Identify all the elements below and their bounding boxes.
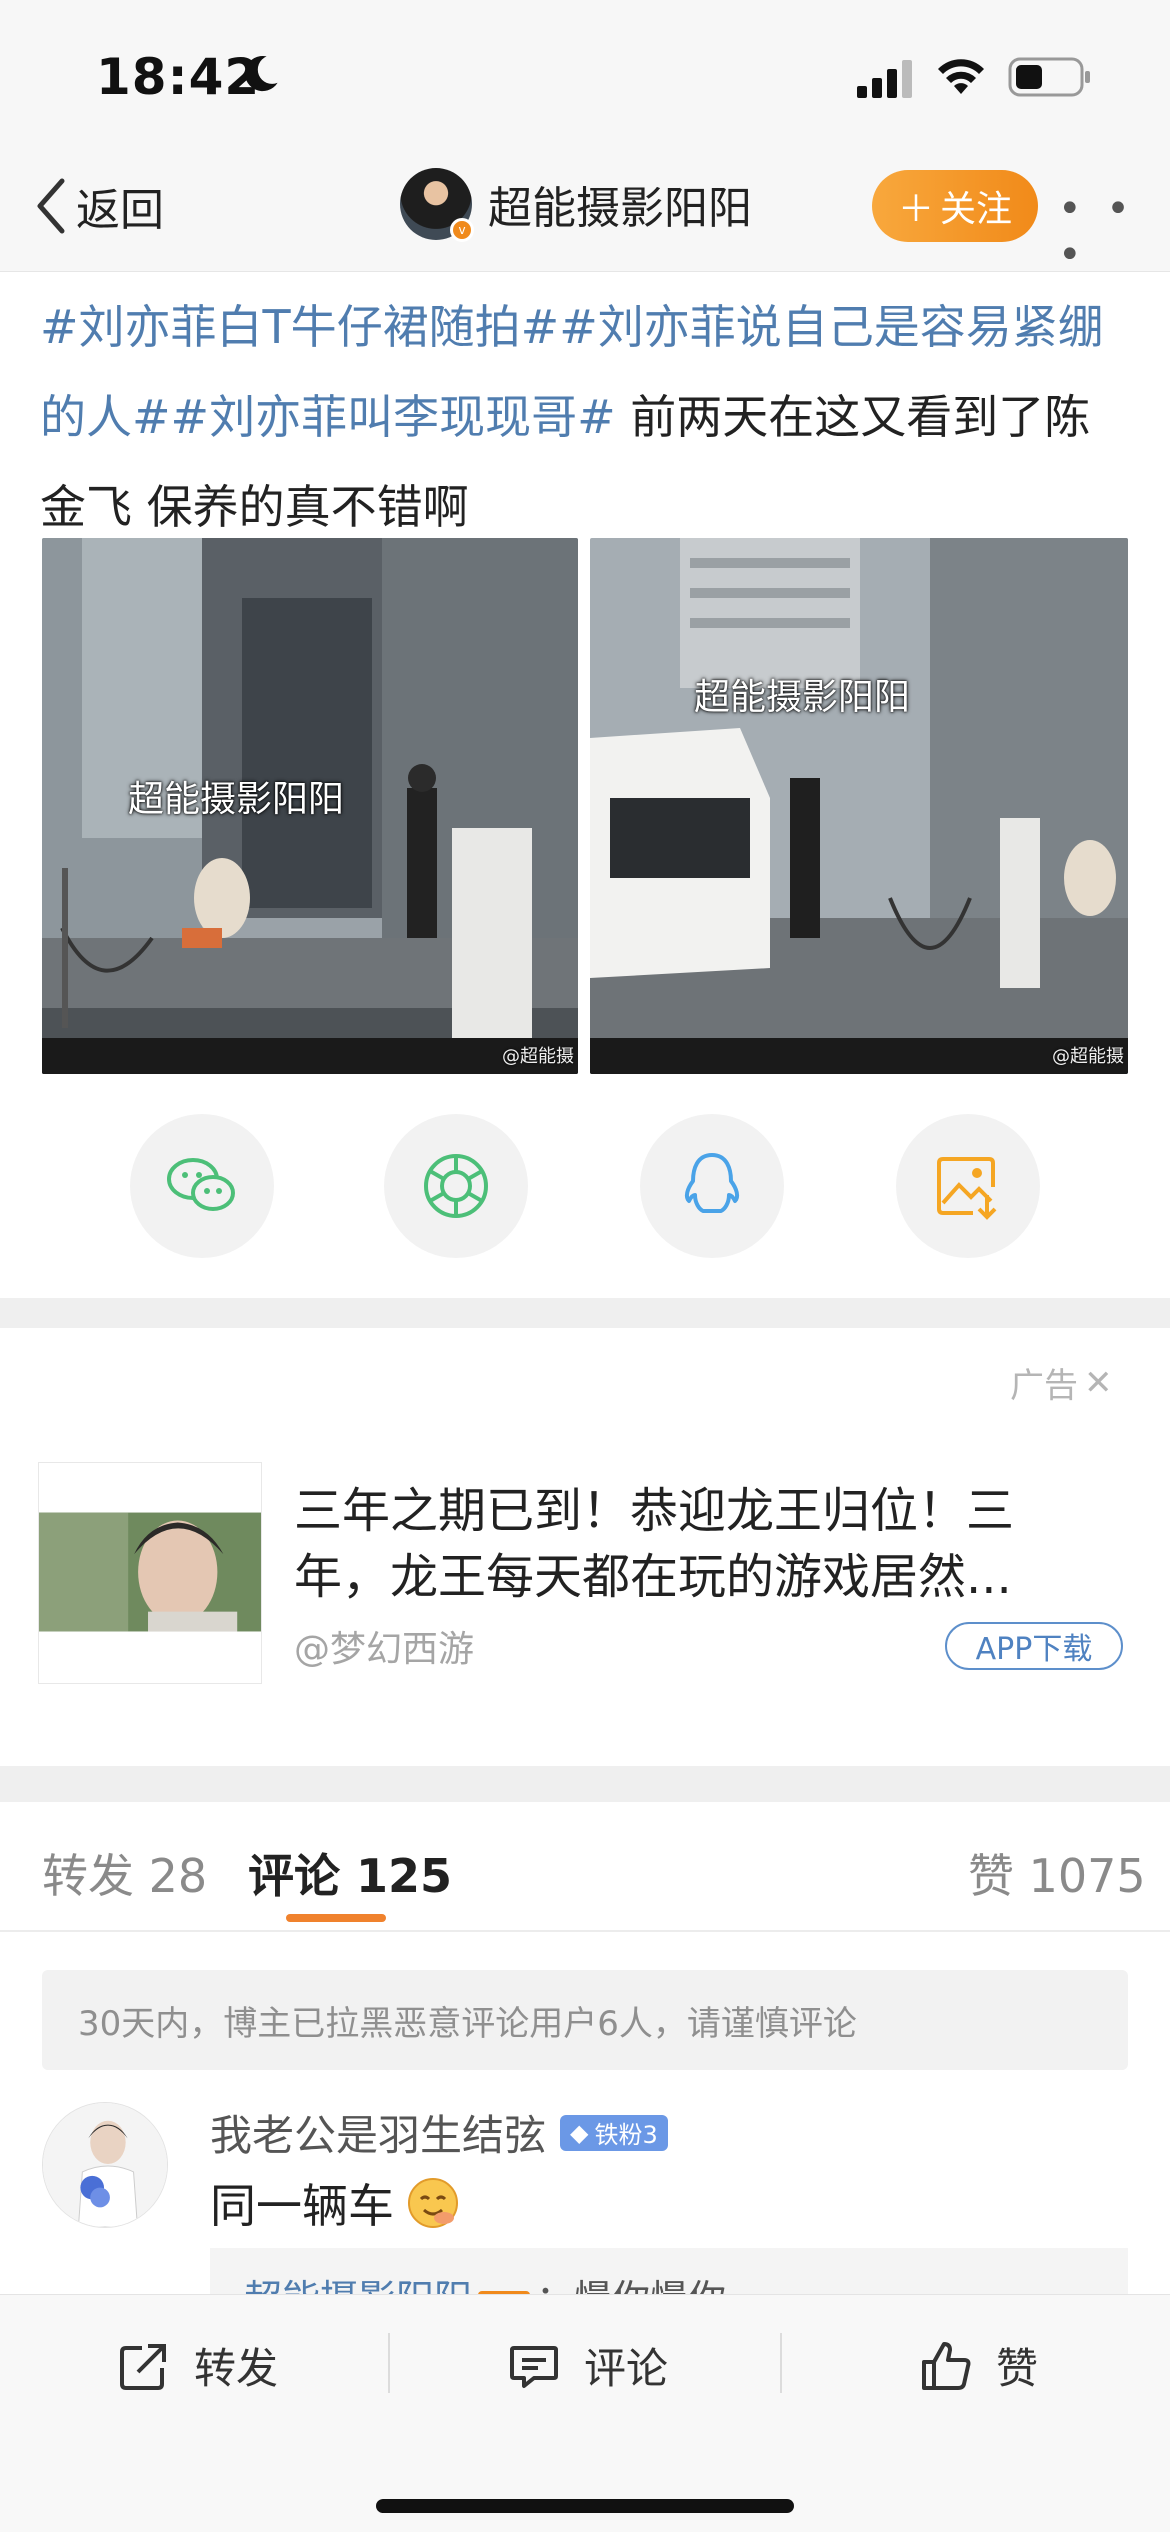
fan-level-badge: ◆ 铁粉3: [560, 2114, 668, 2151]
diamond-icon: ◆: [570, 2118, 589, 2147]
repost-label: 转发: [194, 2344, 279, 2393]
image-small-watermark: @超能摄: [502, 1046, 574, 1067]
save-image-icon: [937, 1157, 997, 1220]
back-button[interactable]: 返回: [34, 176, 164, 236]
back-label: 返回: [76, 185, 164, 236]
thumbs-up-icon: [922, 2341, 971, 2390]
divider: [780, 2333, 782, 2393]
author-avatar[interactable]: v: [400, 168, 474, 242]
more-options-icon[interactable]: • • •: [1058, 186, 1170, 278]
ad-close-button[interactable]: 广告 ✕: [1010, 1358, 1113, 1407]
image-watermark: 超能摄影阳阳: [128, 779, 345, 820]
status-time: 18:42: [96, 48, 261, 106]
battery-icon: [1008, 57, 1090, 97]
fan-level-label: 铁粉3: [594, 2121, 658, 2149]
section-divider: [0, 1766, 1170, 1802]
author-name[interactable]: 超能摄影阳阳: [488, 172, 752, 236]
topic-link[interactable]: #刘亦菲白T牛仔裙随拍#: [40, 300, 559, 354]
share-icon: [120, 2343, 166, 2390]
divider: [388, 2333, 390, 2393]
moon-icon: [245, 55, 278, 92]
tab-like[interactable]: 赞 1075: [968, 1840, 1146, 1906]
comment-label: 评论: [584, 2344, 669, 2393]
divider: [0, 1930, 1170, 1932]
comment-button[interactable]: 评论: [506, 2335, 668, 2396]
moments-icon: [424, 1154, 488, 1218]
commenter-avatar-image: [43, 2103, 167, 2227]
author-header[interactable]: v 超能摄影阳阳: [400, 168, 752, 242]
save-image-button[interactable]: [896, 1114, 1040, 1258]
top-area: 18:42 返回 v 超能摄影阳阳 ＋ 关注 • • •: [0, 0, 1170, 278]
bottom-action-bar: 转发 评论 赞: [0, 2294, 1170, 2532]
comment-text: 同一辆车: [210, 2179, 394, 2233]
app-download-button[interactable]: APP下载: [945, 1622, 1123, 1670]
ad-portrait-image: [39, 1463, 261, 1683]
post-image-2[interactable]: 超能摄影阳阳 @超能摄: [590, 538, 1128, 1074]
commenter-name[interactable]: 我老公是羽生结弦: [210, 2102, 546, 2163]
image-watermark: 超能摄影阳阳: [694, 677, 911, 718]
street-photo-image: [590, 538, 1128, 1074]
like-label: 赞: [996, 2344, 1039, 2393]
signal-icon: [857, 60, 912, 98]
section-divider: [0, 1298, 1170, 1328]
close-icon: ✕: [1084, 1362, 1113, 1403]
share-wechat-button[interactable]: [130, 1114, 274, 1258]
post-image-1[interactable]: 超能摄影阳阳 @超能摄: [42, 538, 578, 1074]
qq-icon: [684, 1153, 740, 1213]
smiling-emoji-icon: [408, 2178, 458, 2228]
tab-repost[interactable]: 转发 28: [42, 1840, 207, 1906]
ad-image[interactable]: [38, 1462, 262, 1684]
ad-label: 广告: [1010, 1366, 1078, 1406]
comment-text-row: 同一辆车: [210, 2170, 462, 2236]
comment-icon: [510, 2345, 558, 2388]
wifi-icon: [938, 59, 984, 94]
post-text: #刘亦菲白T牛仔裙随拍##刘亦菲说自己是容易紧绷的人##刘亦菲叫李现现哥# 前两…: [40, 282, 1135, 552]
commenter-name-row: 我老公是羽生结弦 ◆ 铁粉3: [210, 2102, 668, 2163]
ad-title[interactable]: 三年之期已到！恭迎龙王归位！三年，龙王每天都在玩的游戏居然...: [294, 1478, 1094, 1610]
wechat-icon: [167, 1158, 235, 1211]
follow-label: 关注: [940, 189, 1013, 230]
plus-icon: ＋: [897, 189, 934, 230]
ad-source[interactable]: @梦幻西游: [294, 1620, 474, 1672]
share-moments-button[interactable]: [384, 1114, 528, 1258]
avatar[interactable]: [42, 2102, 168, 2228]
active-tab-indicator: [286, 1914, 386, 1922]
follow-button[interactable]: ＋ 关注: [872, 170, 1038, 242]
topic-link[interactable]: #刘亦菲叫李现现哥#: [171, 390, 616, 444]
comment-notice: 30天内，博主已拉黑恶意评论用户6人，请谨慎评论: [42, 1970, 1128, 2070]
verified-icon: v: [450, 218, 474, 242]
share-qq-button[interactable]: [640, 1114, 784, 1258]
image-small-watermark: @超能摄: [1052, 1046, 1124, 1067]
chevron-left-icon: [37, 178, 65, 234]
repost-button[interactable]: 转发: [116, 2335, 278, 2396]
tab-comment[interactable]: 评论 125: [248, 1840, 452, 1906]
home-indicator: [376, 2499, 794, 2513]
like-button[interactable]: 赞: [918, 2335, 1038, 2396]
